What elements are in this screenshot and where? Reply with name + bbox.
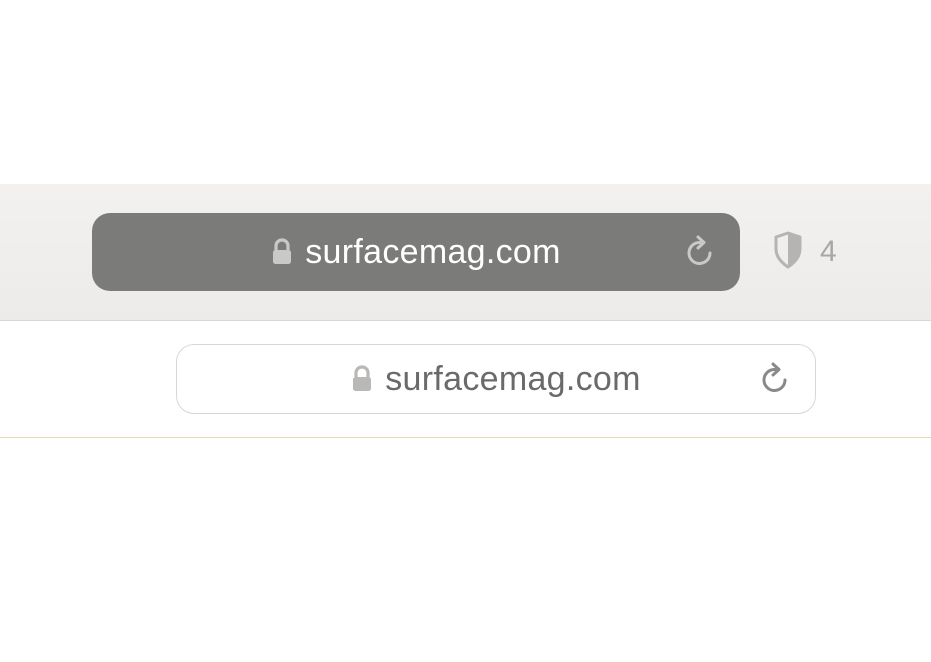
browser-toolbar-dark: surfacemag.com 4	[0, 184, 931, 321]
privacy-shield-button[interactable]: 4	[770, 229, 837, 276]
lock-icon	[351, 365, 373, 393]
address-bar[interactable]: surfacemag.com	[92, 213, 740, 291]
url-text: surfacemag.com	[385, 360, 641, 399]
reload-button[interactable]	[684, 234, 716, 270]
shield-icon	[770, 229, 806, 276]
address-bar[interactable]: surfacemag.com	[176, 344, 816, 414]
browser-toolbar-light: surfacemag.com	[0, 321, 931, 438]
lock-icon	[271, 238, 293, 266]
url-text: surfacemag.com	[305, 233, 561, 272]
shield-count: 4	[820, 235, 837, 269]
reload-button[interactable]	[759, 361, 791, 397]
